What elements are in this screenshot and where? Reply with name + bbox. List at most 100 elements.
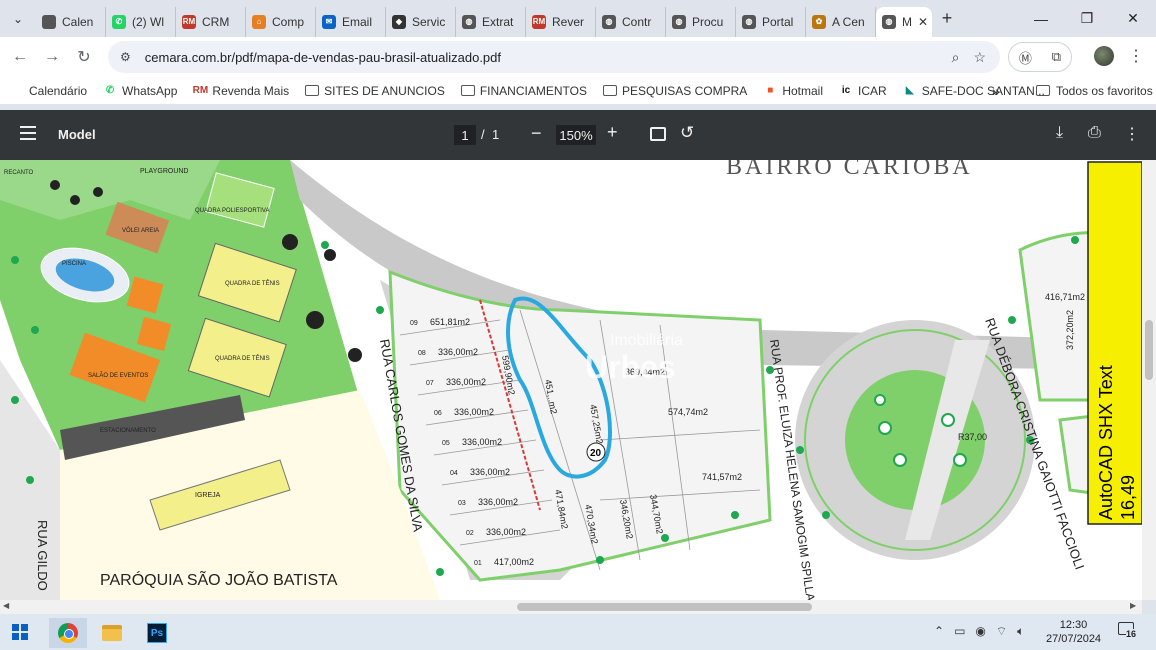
bookmark-1[interactable]: ✆ WhatsApp — [103, 83, 178, 98]
map-label-bairro: BAIRRO CARIOBA — [726, 160, 973, 180]
pdf-more-icon[interactable]: ⋮ — [1124, 124, 1140, 144]
bookmark-0[interactable]: Calendário — [10, 84, 87, 98]
bookmark-2[interactable]: RM Revenda Mais — [193, 83, 290, 98]
download-icon[interactable]: ⤓ — [1056, 124, 1063, 142]
area-label: R37,00 — [958, 432, 987, 442]
zoom-out-button[interactable]: − — [531, 123, 542, 144]
notification-count: 16 — [1126, 629, 1137, 639]
new-tab-button[interactable]: + — [932, 8, 962, 29]
tab-active[interactable]: ◍ M ✕ — [876, 6, 932, 37]
tab-10[interactable]: ◍ Portal — [736, 6, 806, 37]
extension-m-icon[interactable]: Ⓜ — [1019, 48, 1032, 67]
clock-date: 27/07/2024 — [1046, 633, 1102, 645]
all-bookmarks-label: Todos os favoritos — [1056, 83, 1153, 98]
pdf-viewport[interactable]: BAIRRO CARIOBA RUA CARLOS GOMES DA SILVA… — [0, 160, 1142, 600]
bookmark-3[interactable]: SITES DE ANUNCIOS — [305, 84, 445, 98]
notification-center[interactable]: 16 — [1118, 622, 1138, 640]
bookmark-label: SITES DE ANUNCIOS — [324, 83, 445, 98]
browser-menu-icon[interactable]: ⋮ — [1128, 46, 1144, 66]
chevron-up-icon[interactable]: ⌃ — [934, 624, 944, 639]
tab-6[interactable]: ◍ Extrat — [456, 6, 526, 37]
tab-2[interactable]: RM CRM — [176, 6, 246, 37]
folder-icon — [1036, 85, 1050, 96]
system-tray: ⌃ ▭ ◉ ⌔ 🔈︎ — [934, 624, 1024, 639]
battery-icon[interactable]: ▭ — [954, 624, 965, 639]
bookmark-4[interactable]: FINANCIAMENTOS — [460, 84, 587, 98]
bookmark-5[interactable]: PESQUISAS COMPRA — [602, 84, 747, 98]
bookmarks-overflow-button[interactable]: » — [992, 83, 1000, 99]
all-bookmarks-button[interactable]: Todos os favoritos — [1036, 84, 1153, 98]
horizontal-scroll-thumb[interactable] — [517, 603, 812, 611]
volume-icon[interactable]: 🔈︎ — [1017, 624, 1024, 639]
bookmark-7[interactable]: ic ICAR — [839, 84, 887, 98]
profile-avatar[interactable] — [1094, 46, 1114, 66]
reload-button[interactable]: ↻ — [68, 41, 100, 73]
bookmark-8[interactable]: ◣ SAFE-DOC SANTAN... — [903, 84, 1045, 98]
horizontal-scrollbar[interactable]: ◀ ▶ — [0, 600, 1142, 614]
scroll-left-icon[interactable]: ◀ — [3, 601, 9, 610]
folder-icon — [102, 625, 122, 641]
address-bar[interactable]: ⚙ cemara.com.br/pdf/mapa-de-vendas-pau-b… — [108, 41, 1000, 73]
vpn-icon[interactable]: ◉ — [975, 624, 985, 639]
close-tab-icon[interactable]: ✕ — [918, 15, 928, 29]
zoom-icon[interactable]: ⌕ — [952, 49, 960, 66]
cad-label-line2: 16,49 — [1118, 475, 1138, 520]
rm-icon: RM — [532, 14, 546, 29]
taskbar-chrome[interactable] — [49, 618, 87, 648]
minimize-button[interactable]: — — [1018, 0, 1064, 37]
clock[interactable]: 12:30 27/07/2024 — [1046, 618, 1101, 646]
watermark-line2: Urbes — [585, 349, 676, 385]
wifi-icon[interactable]: ⌔ — [996, 624, 1007, 639]
site-map: BAIRRO CARIOBA RUA CARLOS GOMES DA SILVA… — [0, 160, 1142, 600]
close-window-button[interactable]: ✕ — [1110, 0, 1156, 37]
tab-title: Comp — [272, 14, 305, 29]
bookmark-6[interactable]: ■ Hotmail — [763, 84, 823, 98]
map-label-salao: SALÃO DE EVENTOS — [88, 372, 148, 379]
taskbar-explorer[interactable] — [93, 618, 131, 648]
vertical-scroll-thumb[interactable] — [1145, 320, 1153, 380]
tab-5[interactable]: ◆ Servic — [386, 6, 456, 37]
lot-number: 07 — [426, 380, 434, 387]
zoom-input[interactable]: 150% — [556, 125, 596, 145]
map-label-volei: VÔLEI AREIA — [122, 227, 159, 234]
site-info-icon[interactable]: ⚙ — [120, 50, 131, 64]
watermark-line1: Imobiliária — [610, 332, 683, 349]
map-label-rua-gildo: RUA GILDO — [35, 520, 50, 591]
tab-9[interactable]: ◍ Procu — [666, 6, 736, 37]
tab-4[interactable]: ✉ Email — [316, 6, 386, 37]
tab-search-button[interactable]: ⌄ — [0, 0, 36, 37]
page-separator: / — [481, 127, 485, 142]
page-number-input[interactable]: 1 — [454, 125, 476, 145]
map-label-tenis2: QUADRA DE TÊNIS — [215, 354, 270, 362]
bookmark-label: WhatsApp — [122, 83, 178, 98]
vertical-scrollbar[interactable] — [1142, 160, 1156, 600]
tab-1[interactable]: ✆ (2) Wl — [106, 6, 176, 37]
globe-icon: ◍ — [462, 14, 476, 29]
tab-0[interactable]: Calen — [36, 6, 106, 37]
print-icon[interactable]: ⎙ — [1088, 124, 1101, 142]
apple-icon — [10, 85, 24, 97]
pdf-toolbar: Model 1 / 1 − 150% + ↺ ⤓ ⎙ ⋮ — [0, 110, 1156, 160]
tab-3[interactable]: ⌂ Comp — [246, 6, 316, 37]
rotate-icon[interactable]: ↺ — [680, 123, 694, 143]
toolbar: ← → ↻ ⚙ cemara.com.br/pdf/mapa-de-vendas… — [0, 37, 1156, 77]
windows-start-icon[interactable] — [12, 624, 28, 640]
scroll-right-icon[interactable]: ▶ — [1130, 601, 1136, 610]
tab-title: Calen — [62, 14, 94, 29]
zoom-in-button[interactable]: + — [607, 122, 618, 143]
maximize-button[interactable]: ❐ — [1064, 0, 1110, 37]
puzzle-icon[interactable]: ⧉ — [1052, 49, 1061, 65]
taskbar-photoshop[interactable]: Ps — [138, 618, 176, 648]
url-text[interactable]: cemara.com.br/pdf/mapa-de-vendas-pau-bra… — [145, 50, 501, 65]
menu-icon[interactable] — [20, 126, 36, 144]
star-icon[interactable]: ☆ — [973, 49, 986, 66]
icar-icon: ic — [841, 85, 851, 96]
back-button[interactable]: ← — [4, 41, 36, 73]
tab-title: Contr — [622, 14, 652, 29]
tab-7[interactable]: RM Rever — [526, 6, 596, 37]
forward-button[interactable]: → — [36, 41, 68, 73]
tab-8[interactable]: ◍ Contr — [596, 6, 666, 37]
fit-page-icon[interactable] — [650, 127, 666, 141]
bookmark-label: Revenda Mais — [212, 83, 290, 98]
tab-11[interactable]: ✿ A Cen — [806, 6, 876, 37]
